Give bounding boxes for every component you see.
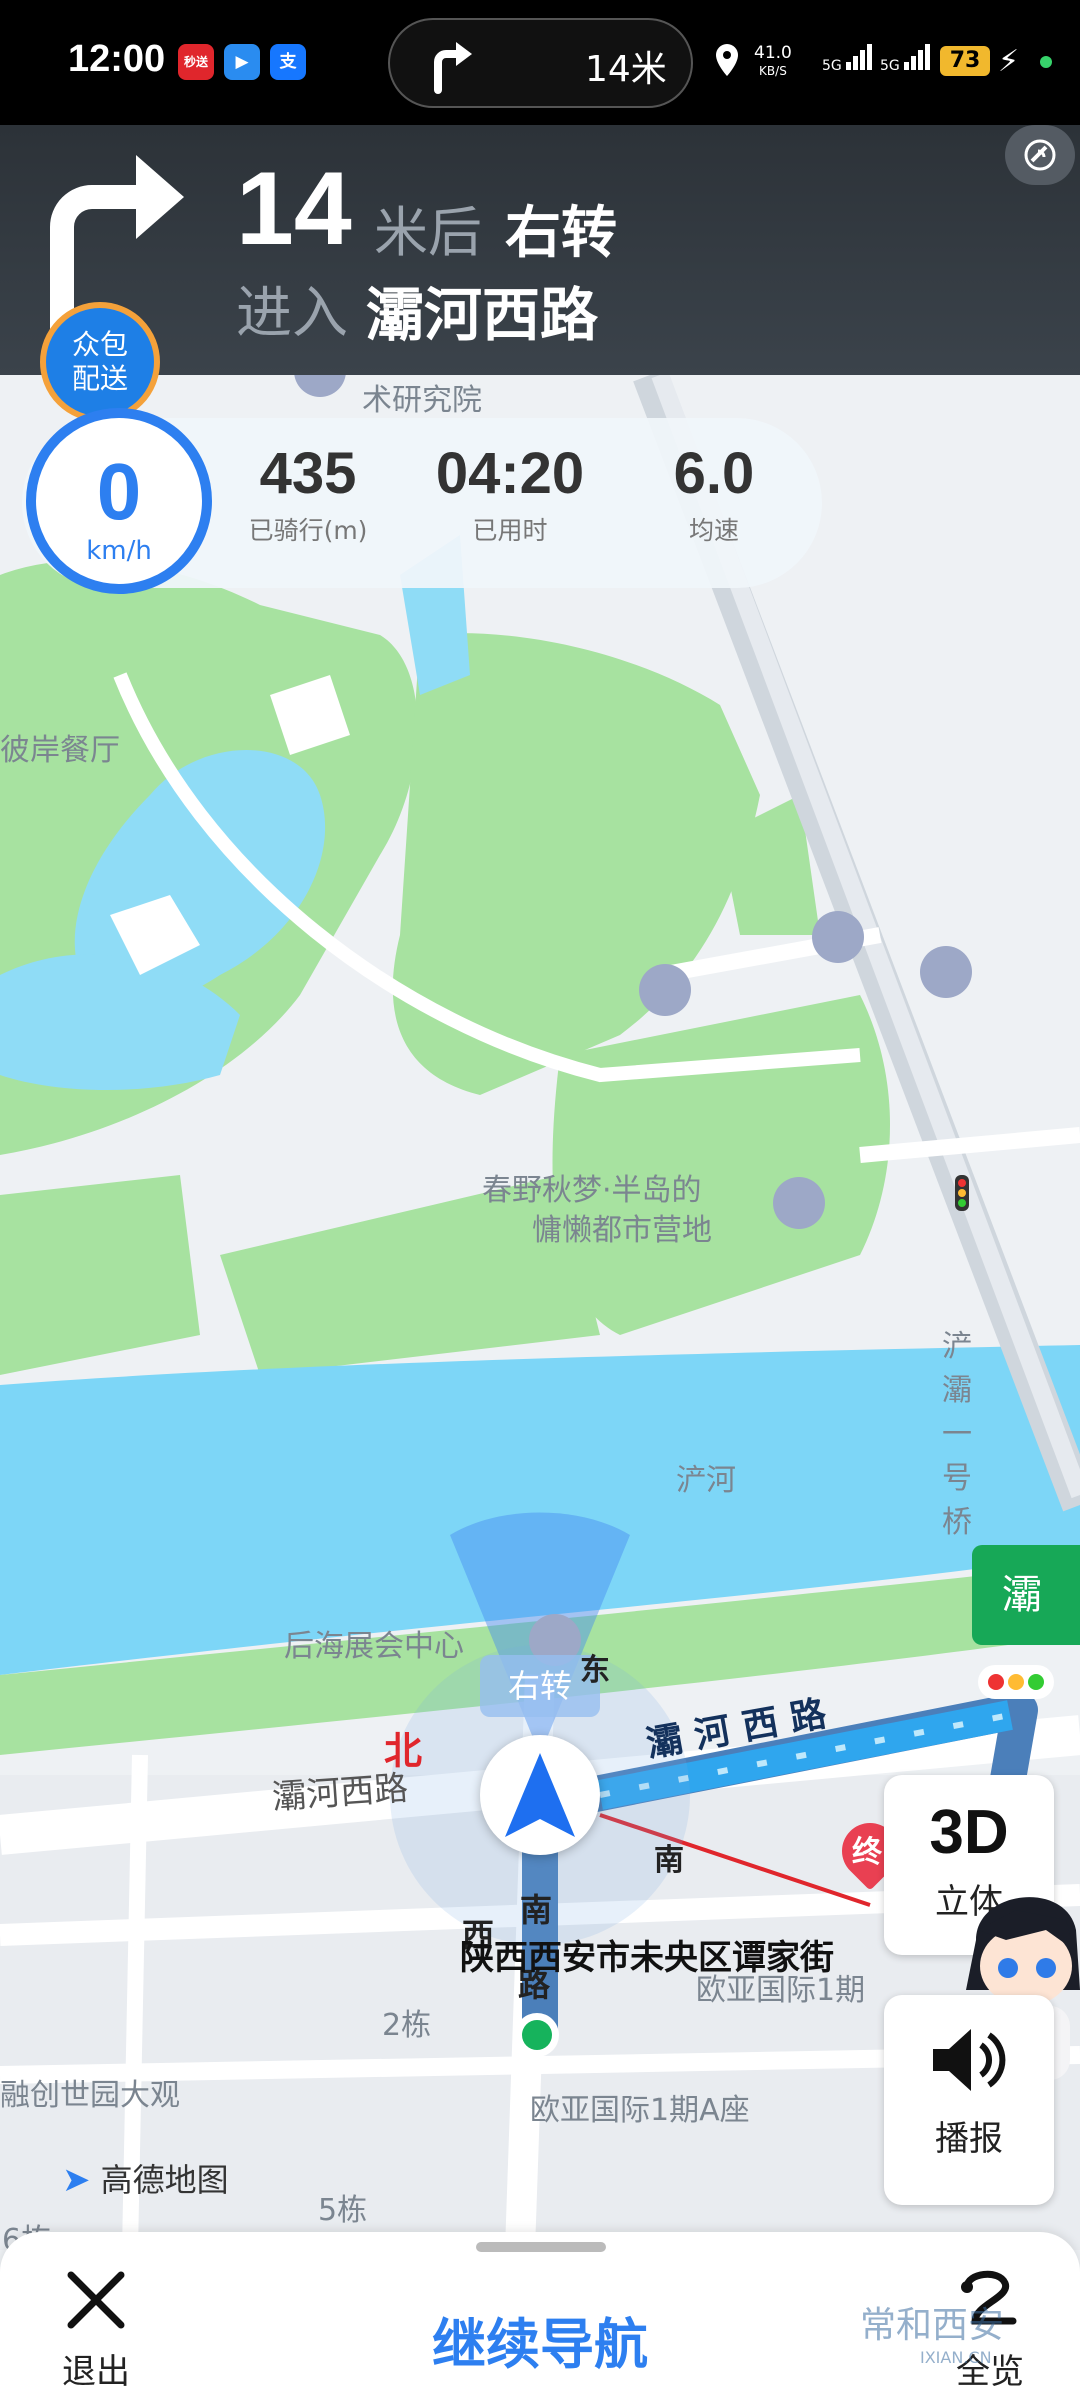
voice-broadcast-button[interactable]: 播报 bbox=[884, 1995, 1054, 2205]
signal-5g-1: 5G bbox=[822, 44, 874, 74]
stat-time-value: 04:20 bbox=[435, 441, 585, 506]
map-label-ouya1: 欧亚国际1期 bbox=[696, 1973, 866, 2008]
pill-distance: 14米 bbox=[585, 49, 667, 90]
map-label-institute: 术研究院 bbox=[362, 383, 482, 418]
map-label-building5: 5栋 bbox=[318, 2193, 368, 2228]
map-label-restaurant: 彼岸餐厅 bbox=[0, 733, 120, 768]
map-label-river: 浐河 bbox=[676, 1463, 736, 1498]
privacy-dot-icon bbox=[1040, 56, 1052, 68]
speaker-icon bbox=[933, 2029, 1006, 2091]
map-label-bridge: 浐灞一号桥 bbox=[942, 1329, 972, 1540]
app-icon-alipay: 支 bbox=[270, 44, 306, 80]
turn-distance: 14 bbox=[236, 151, 352, 267]
drag-handle[interactable] bbox=[476, 2242, 606, 2252]
speed-value: 0 bbox=[96, 447, 142, 536]
compass-south: 南 bbox=[520, 1891, 553, 1929]
amap-logo-icon: ➤ bbox=[62, 2160, 91, 2200]
watermark-text: 常和西安 bbox=[860, 2305, 1005, 2346]
satellite-icon bbox=[1024, 139, 1056, 171]
speed-unit: km/h bbox=[86, 536, 152, 566]
continue-navigation-button[interactable]: 继续导航 bbox=[340, 2300, 740, 2379]
amap-logo: ➤ 高德地图 bbox=[62, 2160, 229, 2200]
crowd-delivery-badge[interactable]: 众包 配送 bbox=[40, 302, 160, 422]
battery-indicator: 73 bbox=[940, 46, 990, 76]
map-label-building2: 2栋 bbox=[382, 2008, 432, 2043]
map-label-campsite-2: 慵懒都市营地 bbox=[532, 1213, 712, 1248]
crowd-badge-line2: 配送 bbox=[71, 362, 128, 395]
turn-action: 右转 bbox=[505, 201, 617, 266]
stat-time: 04:20 已用时 bbox=[420, 440, 600, 547]
destination-marker-label: 终 bbox=[852, 1835, 882, 1870]
stat-avg-label: 均速 bbox=[688, 516, 739, 545]
stat-avg-speed: 6.0 均速 bbox=[624, 440, 804, 547]
signal-bars-icon bbox=[846, 44, 873, 70]
turn-distance-unit: 米后 bbox=[374, 201, 482, 264]
watermark: 常和西安 IXIAN.CN bbox=[860, 2296, 1004, 2367]
traffic-light-icon bbox=[978, 1665, 1054, 1699]
clock: 12:00 bbox=[68, 38, 166, 80]
compass-east: 东 bbox=[580, 1653, 610, 1688]
map-label-expo: 后海展会中心 bbox=[284, 1629, 464, 1664]
navigation-arrow-icon bbox=[505, 1753, 575, 1837]
close-icon bbox=[67, 2271, 125, 2329]
map-label-rongchuang: 融创世园大观 bbox=[0, 2078, 180, 2113]
charging-icon: ⚡ bbox=[998, 44, 1020, 79]
crowd-badge-line1: 众包 bbox=[71, 328, 128, 361]
road-label-left: 灞河西路 bbox=[271, 1768, 410, 1818]
view-3d-label: 3D bbox=[929, 1798, 1009, 1867]
broadcast-label: 播报 bbox=[935, 2119, 1003, 2159]
stat-avg-value: 6.0 bbox=[673, 441, 755, 506]
map-label-campsite-1: 春野秋梦·半岛的 bbox=[482, 1173, 702, 1208]
app-icon-video: ▶ bbox=[224, 44, 260, 80]
stat-time-label: 已用时 bbox=[472, 516, 548, 545]
next-road-name: 灞河西路 bbox=[366, 281, 599, 349]
stat-distance-value: 435 bbox=[259, 441, 357, 506]
road-sign: 灞 bbox=[972, 1545, 1080, 1645]
signal-5g-2: 5G bbox=[880, 44, 932, 74]
watermark-url: IXIAN.CN bbox=[920, 2348, 992, 2367]
current-location-arrow bbox=[480, 1735, 600, 1855]
speedometer: 0 km/h bbox=[26, 408, 212, 594]
stat-distance: 435 已骑行(m) bbox=[218, 440, 398, 547]
signal-bars-icon bbox=[904, 44, 931, 70]
compass-south-east: 南 bbox=[654, 1843, 684, 1878]
map-label-ouya-a: 欧亚国际1期A座 bbox=[530, 2093, 750, 2128]
stat-distance-label: 已骑行(m) bbox=[248, 516, 368, 545]
location-icon bbox=[716, 44, 738, 76]
app-icon-miaosong: 秒送 bbox=[178, 44, 214, 80]
enter-label: 进入 bbox=[236, 281, 348, 346]
status-bar: 12:00 秒送 ▶ 支 14米 41.0 KB/S 5G 5G 73 ⚡ bbox=[0, 0, 1080, 125]
exit-button[interactable]: 退出 bbox=[36, 2265, 156, 2393]
turn-right-icon bbox=[434, 42, 472, 94]
map-view[interactable]: 术研究院 彼岸餐厅 春野秋梦·半岛的 慵懒都市营地 浐河 浐灞一号桥 后海展会中… bbox=[0, 375, 1080, 2250]
sound-toggle-button[interactable] bbox=[1005, 125, 1075, 185]
exit-label: 退出 bbox=[62, 2352, 130, 2392]
net-speed: 41.0 KB/S bbox=[754, 43, 792, 78]
